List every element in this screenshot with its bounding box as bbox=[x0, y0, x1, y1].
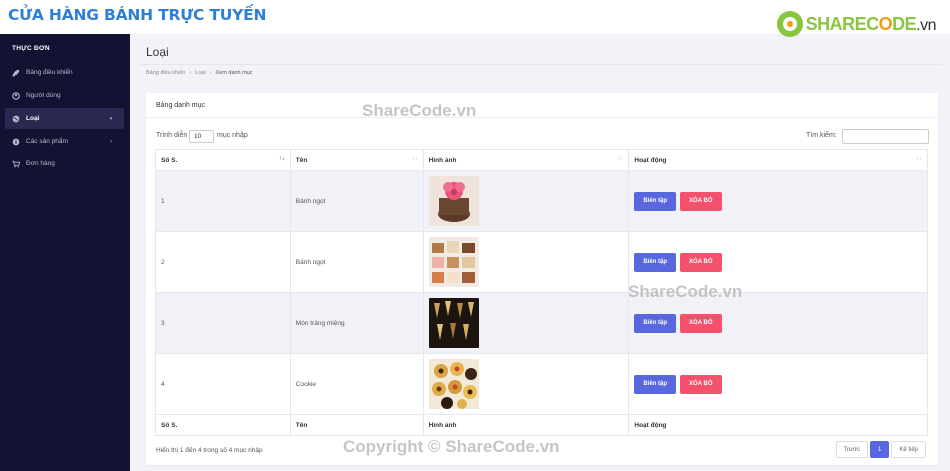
top-bar: CỬA HÀNG BÁNH TRỰC TUYẾN SHARECODE.vn bbox=[0, 0, 950, 37]
sort-icon: ↑↓ bbox=[278, 156, 285, 162]
column-footer-number: Số S. bbox=[155, 414, 291, 436]
category-image bbox=[428, 359, 479, 409]
table-row: 3 Món tráng miệng Biên tập XÓA BỎ bbox=[155, 292, 928, 354]
pagination: Trước 1 Kế tiếp bbox=[835, 441, 926, 458]
sidebar-item-products[interactable]: Các sản phẩm › bbox=[5, 131, 124, 152]
sidebar-item-label: Đơn hàng bbox=[26, 160, 55, 167]
delete-button[interactable]: XÓA BỎ bbox=[680, 191, 722, 211]
row-name: Bánh ngọt bbox=[289, 170, 424, 232]
sidebar-item-orders[interactable]: Đơn hàng bbox=[5, 153, 124, 174]
delete-button[interactable]: XÓA BỎ bbox=[680, 313, 722, 333]
category-table: Số S. ↑↓ Tên ↑↓ Hình ảnh ↑↓ Hoạt động ↑↓ 1 B… bbox=[155, 149, 928, 436]
category-image bbox=[428, 237, 479, 287]
edit-button[interactable]: Biên tập bbox=[634, 374, 677, 394]
breadcrumb-item-categories[interactable]: Loại bbox=[195, 70, 205, 76]
row-name: Bánh ngọt bbox=[289, 231, 424, 293]
chevron-right-icon: › bbox=[110, 138, 112, 145]
header-divider bbox=[140, 64, 942, 65]
sidebar-item-label: Các sản phẩm bbox=[26, 138, 68, 145]
delete-button[interactable]: XÓA BỎ bbox=[680, 252, 722, 272]
search-label: Tìm kiếm: bbox=[806, 132, 837, 139]
sidebar: THỰC ĐƠN Bảng điều khiển Người dùng Loại… bbox=[0, 34, 130, 471]
breadcrumb: Bảng điều khiển › Loại › Xem danh mục bbox=[146, 70, 253, 76]
edit-button[interactable]: Biên tập bbox=[634, 252, 677, 272]
column-header-number[interactable]: Số S. ↑↓ bbox=[155, 149, 291, 171]
chevron-right-icon: › bbox=[110, 115, 112, 122]
table-row: 1 Bánh ngọt Biên tập XÓA BỎ bbox=[155, 170, 928, 232]
category-table-card: Bảng danh mục Trình diễn 10 mục nhập Tìm… bbox=[146, 93, 938, 465]
sidebar-item-label: Người dùng bbox=[26, 92, 61, 99]
row-number: 1 bbox=[155, 170, 291, 232]
table-row: 4 Cookie Biên tập XÓA BỎ bbox=[155, 353, 928, 415]
globe-icon bbox=[11, 114, 20, 123]
column-footer-actions: Hoạt động bbox=[628, 414, 928, 436]
category-image bbox=[428, 176, 479, 226]
rocket-icon bbox=[11, 68, 20, 77]
sort-icon: ↑↓ bbox=[916, 156, 922, 162]
row-name: Cookie bbox=[289, 353, 424, 415]
sidebar-item-users[interactable]: Người dùng bbox=[5, 85, 124, 106]
sharecode-logo: SHARECODE.vn bbox=[776, 11, 937, 37]
cart-icon bbox=[11, 159, 20, 168]
delete-button[interactable]: XÓA BỎ bbox=[680, 374, 722, 394]
sidebar-title: THỰC ĐƠN bbox=[12, 45, 50, 52]
sort-icon: ↑↓ bbox=[411, 156, 418, 162]
edit-button[interactable]: Biên tập bbox=[634, 191, 677, 211]
column-footer-image: Hình ảnh bbox=[422, 414, 630, 436]
card-divider bbox=[146, 117, 938, 118]
sidebar-item-dashboard[interactable]: Bảng điều khiển bbox=[5, 62, 124, 83]
sharecode-logo-icon bbox=[776, 11, 803, 37]
pagination-previous[interactable]: Trước bbox=[835, 441, 868, 458]
user-icon bbox=[11, 91, 20, 100]
pagination-next[interactable]: Kế tiếp bbox=[891, 441, 926, 458]
edit-button[interactable]: Biên tập bbox=[634, 313, 677, 333]
sidebar-item-label: Loại bbox=[26, 115, 40, 122]
search-input[interactable] bbox=[842, 129, 929, 144]
breadcrumb-item-current: Xem danh mục bbox=[215, 70, 253, 76]
sort-icon: ↑↓ bbox=[617, 156, 624, 162]
entries-length-select[interactable]: 10 bbox=[189, 130, 214, 143]
entries-length-suffix: mục nhập bbox=[217, 132, 248, 139]
table-row: 2 Bánh ngọt Biên tập XÓA BỎ bbox=[155, 231, 928, 293]
row-number: 3 bbox=[155, 292, 291, 354]
sidebar-item-categories[interactable]: Loại › bbox=[5, 108, 124, 129]
column-header-name[interactable]: Tên ↑↓ bbox=[289, 149, 424, 171]
table-info: Hiển thị 1 đến 4 trong số 4 mục nhập bbox=[156, 447, 263, 454]
row-number: 2 bbox=[155, 231, 291, 293]
card-title: Bảng danh mục bbox=[156, 102, 206, 109]
sidebar-item-label: Bảng điều khiển bbox=[26, 69, 73, 76]
breadcrumb-separator: › bbox=[209, 70, 212, 76]
sharecode-logo-text: SHARECODE.vn bbox=[805, 13, 937, 34]
info-icon bbox=[11, 137, 20, 146]
page-title: Loại bbox=[146, 45, 169, 59]
pagination-page-1[interactable]: 1 bbox=[869, 441, 890, 458]
column-footer-name: Tên bbox=[289, 414, 424, 436]
row-number: 4 bbox=[155, 353, 291, 415]
site-brand[interactable]: CỬA HÀNG BÁNH TRỰC TUYẾN bbox=[8, 6, 267, 24]
category-image bbox=[428, 298, 479, 348]
column-header-image[interactable]: Hình ảnh ↑↓ bbox=[422, 149, 630, 171]
breadcrumb-item-dashboard[interactable]: Bảng điều khiển bbox=[146, 70, 185, 76]
column-header-actions[interactable]: Hoạt động ↑↓ bbox=[628, 149, 928, 171]
breadcrumb-separator: › bbox=[189, 70, 192, 76]
row-name: Món tráng miệng bbox=[289, 292, 424, 354]
entries-length-label: Trình diễn bbox=[156, 132, 188, 139]
